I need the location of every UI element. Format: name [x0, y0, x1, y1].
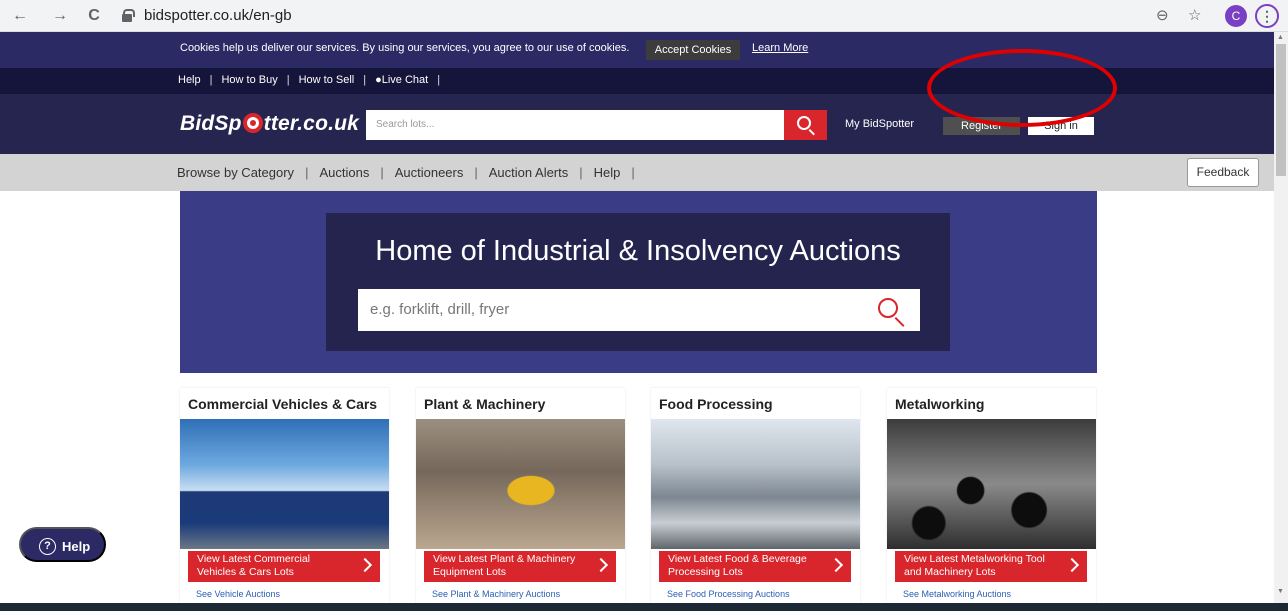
search-icon	[797, 116, 811, 130]
cta-label: View Latest Metalworking Tool and Machin…	[904, 553, 1045, 578]
hero-panel: Home of Industrial & Insolvency Auctions…	[326, 213, 950, 351]
live-chat-link[interactable]: Live Chat	[382, 74, 428, 86]
reload-icon[interactable]: C	[84, 6, 104, 26]
divider: |	[474, 165, 478, 180]
see-auctions-link[interactable]: See Vehicle Auctions	[196, 589, 280, 599]
bidspotter-logo[interactable]: BidSp tter.co.uk	[180, 112, 359, 136]
help-label: Help	[62, 539, 91, 554]
topnav-help-link[interactable]: Help	[178, 74, 201, 86]
auctions-link[interactable]: Auctions	[319, 165, 369, 180]
help-button[interactable]: ? Help	[19, 527, 106, 562]
divider: |	[286, 74, 290, 86]
cookie-message: Cookies help us deliver our services. By…	[180, 42, 630, 54]
auctioneers-link[interactable]: Auctioneers	[395, 165, 464, 180]
url-text: bidspotter.co.uk/en-gb	[144, 7, 292, 24]
view-lots-button[interactable]: View Latest Commercial Vehicles & Cars L…	[188, 551, 380, 582]
hero-search-input[interactable]: e.g. forklift, drill, fryer	[358, 289, 920, 331]
cta-label: View Latest Commercial Vehicles & Cars L…	[197, 553, 311, 578]
card-title[interactable]: Plant & Machinery	[424, 396, 545, 412]
annotation-circle	[927, 49, 1117, 127]
logo-text-end: tter.co.uk	[263, 112, 360, 135]
zoom-icon[interactable]: ⊖	[1156, 6, 1169, 24]
food-machinery-image[interactable]	[651, 419, 860, 549]
browser-menu-icon[interactable]: ⋮	[1255, 4, 1279, 28]
star-icon[interactable]: ☆	[1188, 6, 1201, 24]
divider: |	[380, 165, 384, 180]
see-auctions-link[interactable]: See Plant & Machinery Auctions	[432, 589, 560, 599]
chevron-right-icon	[593, 557, 609, 573]
lock-icon	[122, 9, 135, 22]
category-card-plant: Plant & Machinery View Latest Plant & Ma…	[416, 388, 625, 611]
excavator-image[interactable]	[416, 419, 625, 549]
browser-toolbar: ← → C bidspotter.co.uk/en-gb ⊖ ☆ C ⋮	[0, 0, 1288, 32]
hero-banner: Home of Industrial & Insolvency Auctions…	[180, 191, 1097, 373]
cta-label: View Latest Plant & Machinery Equipment …	[433, 553, 576, 578]
see-auctions-link[interactable]: See Metalworking Auctions	[903, 589, 1011, 599]
view-lots-button[interactable]: View Latest Food & Beverage Processing L…	[659, 551, 851, 582]
address-bar[interactable]: bidspotter.co.uk/en-gb	[122, 4, 1132, 28]
chevron-right-icon	[357, 557, 373, 573]
scroll-up-arrow-icon[interactable]: ▲	[1277, 34, 1284, 41]
scrollbar[interactable]: ▲ ▼	[1274, 32, 1288, 611]
view-lots-button[interactable]: View Latest Metalworking Tool and Machin…	[895, 551, 1087, 582]
card-title[interactable]: Commercial Vehicles & Cars	[188, 396, 377, 412]
back-icon[interactable]: ←	[10, 6, 30, 26]
scroll-thumb[interactable]	[1276, 44, 1286, 176]
cta-label: View Latest Food & Beverage Processing L…	[668, 553, 807, 578]
accept-cookies-button[interactable]: Accept Cookies	[646, 40, 740, 60]
view-lots-button[interactable]: View Latest Plant & Machinery Equipment …	[424, 551, 616, 582]
browse-by-category-link[interactable]: Browse by Category	[177, 165, 294, 180]
target-icon	[242, 113, 263, 133]
category-card-vehicles: Commercial Vehicles & Cars View Latest C…	[180, 388, 389, 611]
see-auctions-link[interactable]: See Food Processing Auctions	[667, 589, 790, 599]
search-lots-input[interactable]: Search lots...	[366, 110, 784, 140]
category-nav: Browse by Category | Auctions | Auctioneers |…	[0, 154, 1274, 191]
hero-title: Home of Industrial & Insolvency Auctions	[375, 235, 901, 267]
divider: |	[437, 74, 441, 86]
learn-more-link[interactable]: Learn More	[752, 42, 808, 54]
divider: |	[363, 74, 367, 86]
divider: |	[209, 74, 213, 86]
scroll-down-arrow-icon[interactable]: ▼	[1277, 588, 1284, 595]
forward-icon[interactable]: →	[50, 6, 70, 26]
search-button[interactable]	[784, 110, 827, 140]
divider: |	[305, 165, 309, 180]
my-bidspotter-link[interactable]: My BidSpotter	[845, 118, 914, 130]
metalworking-image[interactable]	[887, 419, 1096, 549]
divider: |	[579, 165, 583, 180]
hero-search-placeholder: e.g. forklift, drill, fryer	[370, 301, 510, 318]
page-content: Cookies help us deliver our services. By…	[0, 32, 1274, 611]
feedback-button[interactable]: Feedback	[1187, 158, 1259, 187]
os-taskbar	[0, 603, 1288, 611]
card-title[interactable]: Metalworking	[895, 396, 984, 412]
chat-bubble-icon: ●	[375, 74, 382, 86]
auction-alerts-link[interactable]: Auction Alerts	[489, 165, 569, 180]
chevron-right-icon	[828, 557, 844, 573]
chevron-right-icon	[1064, 557, 1080, 573]
category-card-food: Food Processing View Latest Food & Bever…	[651, 388, 860, 611]
how-to-buy-link[interactable]: How to Buy	[221, 74, 277, 86]
divider: |	[631, 165, 635, 180]
card-title[interactable]: Food Processing	[659, 396, 773, 412]
question-icon: ?	[39, 538, 56, 555]
profile-avatar[interactable]: C	[1225, 5, 1247, 27]
logo-text-start: BidSp	[180, 112, 242, 135]
trucks-image[interactable]	[180, 419, 389, 549]
category-card-metalworking: Metalworking View Latest Metalworking To…	[887, 388, 1096, 611]
how-to-sell-link[interactable]: How to Sell	[299, 74, 355, 86]
catnav-help-link[interactable]: Help	[594, 165, 621, 180]
search-icon[interactable]	[878, 298, 898, 318]
category-cards: Commercial Vehicles & Cars View Latest C…	[180, 388, 1097, 611]
